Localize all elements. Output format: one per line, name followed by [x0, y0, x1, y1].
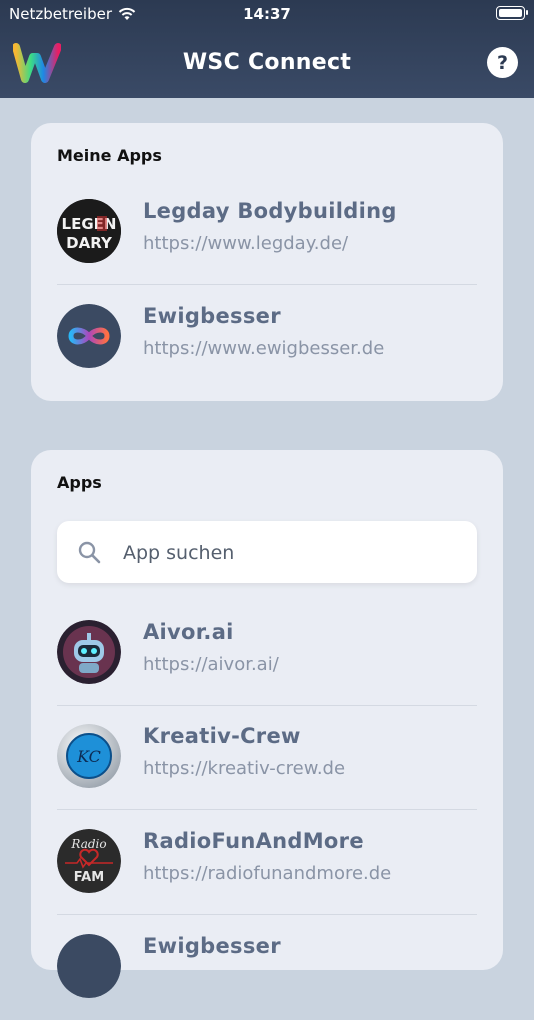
apps-title: Apps [57, 473, 102, 492]
radio-logo-text-bottom: FAM [74, 870, 104, 885]
radio-logo-icon: Radio FAM [57, 829, 121, 893]
radio-logo-text-top: Radio [70, 837, 106, 851]
app-url: https://aivor.ai/ [143, 654, 279, 675]
infinity-logo-icon [57, 304, 121, 368]
apps-card: Apps Aivor.ai https://aivor.ai/ [31, 450, 503, 998]
app-name: Ewigbesser [143, 304, 281, 328]
divider [57, 914, 477, 915]
page-title: WSC Connect [182, 50, 352, 75]
status-bar: Netzbetreiber 14:37 [0, 0, 534, 28]
app-url: https://www.ewigbesser.de [143, 338, 385, 359]
robot-logo-icon [57, 620, 121, 684]
divider [57, 284, 477, 285]
kreativ-crew-logo-icon: KC [57, 724, 121, 788]
infinity-logo-icon [57, 934, 121, 998]
list-item-aivor[interactable]: Aivor.ai https://aivor.ai/ [57, 602, 477, 706]
app-name: Aivor.ai [143, 620, 234, 644]
list-item-ewigbesser-2[interactable]: Ewigbesser [57, 916, 477, 1020]
app-name: Ewigbesser [143, 934, 281, 958]
clock: 14:37 [243, 5, 291, 23]
divider [57, 809, 477, 810]
search-input[interactable] [121, 535, 465, 571]
app-name: Legday Bodybuilding [143, 199, 397, 223]
list-item-radiofunandmore[interactable]: Radio FAM RadioFunAndMore https://radiof… [57, 811, 477, 915]
app-name: RadioFunAndMore [143, 829, 364, 853]
legday-logo-text-bottom: DARY [66, 234, 113, 252]
kreativ-crew-logo-text: KC [76, 747, 101, 766]
search-icon [78, 541, 101, 564]
app-name: Kreativ-Crew [143, 724, 301, 748]
my-apps-title: Meine Apps [57, 146, 162, 165]
legday-logo-icon: LEGEN DARY [57, 199, 121, 263]
battery-icon [496, 6, 528, 20]
my-apps-card: Meine Apps LEGEN DARY Legday Bodybuildin… [31, 123, 503, 401]
app-url: https://radiofunandmore.de [143, 863, 392, 884]
app-header: Netzbetreiber 14:37 WSC Connect ? [0, 0, 534, 98]
list-item-ewigbesser[interactable]: Ewigbesser https://www.ewigbesser.de [57, 286, 477, 390]
app-url: https://www.legday.de/ [143, 233, 349, 254]
list-item-kreativ-crew[interactable]: KC Kreativ-Crew https://kreativ-crew.de [57, 706, 477, 810]
app-url: https://kreativ-crew.de [143, 758, 346, 779]
search-box[interactable] [57, 521, 477, 583]
help-button[interactable]: ? [487, 47, 518, 78]
legday-logo-text-top: LEGEN [62, 215, 117, 233]
list-item-legday[interactable]: LEGEN DARY Legday Bodybuilding https://w… [57, 181, 477, 285]
